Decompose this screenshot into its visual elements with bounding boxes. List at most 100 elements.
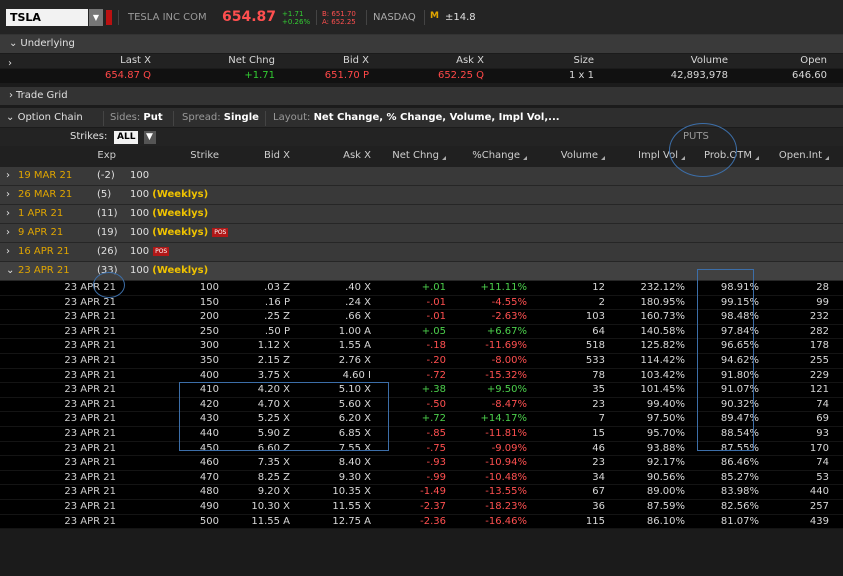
cell-ask[interactable]: .24 X — [345, 296, 371, 311]
table-row[interactable]: 23 APR 21 430 5.25 X 6.20 X +.72 +14.17% 7 97.5… — [0, 412, 843, 427]
cell-bid[interactable]: 3.75 X — [258, 369, 290, 384]
cell-ask[interactable]: 1.55 A — [339, 339, 371, 354]
chevron-right-icon[interactable]: › — [8, 58, 12, 69]
table-row[interactable]: 23 APR 21 470 8.25 Z 9.30 X -.99 -10.48% 34 90.… — [0, 470, 843, 486]
table-row[interactable]: 23 APR 21 350 2.15 Z 2.76 X -.20 -8.00% 533 114… — [0, 354, 843, 369]
table-row[interactable]: 23 APR 21 410 4.20 X 5.10 X +.38 +9.50% 35 101.… — [0, 383, 843, 398]
cell-bid[interactable]: .03 Z — [264, 281, 290, 296]
cell-bid[interactable]: 1.12 X — [258, 339, 290, 354]
divider — [424, 10, 425, 25]
col-open-int[interactable]: Open.Int — [779, 150, 829, 161]
spread-value: Single — [223, 112, 259, 123]
cell-volume: 67 — [592, 486, 605, 498]
col-impl-vol[interactable]: Impl Vol — [638, 150, 685, 161]
table-row[interactable]: 23 APR 21 460 7.35 X 8.40 X -.93 -10.94% 23 92.… — [0, 456, 843, 471]
cell-bid[interactable]: .25 Z — [264, 310, 290, 325]
expiration-row[interactable]: › 16 APR 21 (26) 100 POS — [0, 243, 843, 262]
col-bid[interactable]: Bid X — [264, 150, 290, 161]
cell-ask[interactable]: 10.35 X — [332, 485, 371, 500]
spread-selector[interactable]: Spread: Single — [182, 108, 259, 127]
table-row[interactable]: 23 APR 21 100 .03 Z .40 X +.01 +11.11% 12 232.1… — [0, 281, 843, 296]
cell-ask[interactable]: .40 X — [345, 281, 371, 296]
expiration-row[interactable]: › 19 MAR 21 (-2) 100 — [0, 167, 843, 186]
cell-exp: 23 APR 21 — [64, 311, 116, 323]
trade-grid-section-header[interactable]: › Trade Grid — [0, 87, 843, 105]
value-bid[interactable]: 651.70 P — [325, 69, 369, 83]
cell-ask[interactable]: 5.10 X — [339, 383, 371, 398]
table-row[interactable]: 23 APR 21 250 .50 P 1.00 A +.05 +6.67% 64 140.5… — [0, 324, 843, 340]
cell-ask[interactable]: 9.30 X — [339, 471, 371, 486]
expiration-row[interactable]: ⌄ 23 APR 21 (33) 100 (Weeklys) — [0, 262, 843, 281]
cell-ask[interactable]: 4.60 I — [343, 369, 371, 384]
cell-bid[interactable]: 5.25 X — [258, 412, 290, 427]
cell-open-int: 229 — [809, 369, 829, 381]
table-row[interactable]: 23 APR 21 420 4.70 X 5.60 X -.50 -8.47% 23 99.4… — [0, 397, 843, 413]
col-ask[interactable]: Ask X — [343, 150, 371, 161]
col-pct-change[interactable]: %Change — [472, 150, 527, 161]
cell-pct-change: -4.55% — [491, 296, 527, 308]
cell-net-chng: -.93 — [426, 457, 446, 469]
cell-ask[interactable]: 1.00 A — [339, 325, 371, 340]
cell-ask[interactable]: 7.55 X — [339, 442, 371, 457]
underlying-section-header[interactable]: ⌄ Underlying — [0, 35, 843, 53]
cell-pct-change: -2.63% — [491, 311, 527, 323]
cell-bid[interactable]: 2.15 Z — [258, 354, 290, 369]
cell-pct-change: -11.81% — [485, 428, 527, 439]
cell-ask[interactable]: 12.75 A — [332, 515, 371, 530]
cell-strike: 440 — [199, 428, 219, 439]
expiration-row[interactable]: › 1 APR 21 (11) 100 (Weeklys) — [0, 205, 843, 224]
cell-ask[interactable]: .66 X — [345, 310, 371, 325]
cell-ask[interactable]: 2.76 X — [339, 354, 371, 369]
cell-volume: 7 — [598, 413, 605, 425]
layout-selector[interactable]: Layout: Net Change, % Change, Volume, Im… — [273, 108, 560, 127]
table-row[interactable]: 23 APR 21 500 11.55 A 12.75 A -2.36 -16.46% 11… — [0, 514, 843, 530]
cell-bid[interactable]: 11.55 A — [251, 515, 290, 530]
cell-ask[interactable]: 6.85 X — [339, 427, 371, 442]
cell-strike: 150 — [199, 296, 219, 308]
cell-bid[interactable]: 8.25 Z — [258, 471, 290, 486]
cell-bid[interactable]: 9.20 X — [258, 485, 290, 500]
table-row[interactable]: 23 APR 21 440 5.90 Z 6.85 X -.85 -11.81% 15 95.… — [0, 427, 843, 442]
col-strike[interactable]: Strike — [190, 150, 219, 161]
cell-open-int: 439 — [809, 515, 829, 527]
cell-bid[interactable]: .16 P — [265, 296, 290, 311]
cell-ask[interactable]: 8.40 X — [339, 456, 371, 471]
cell-ask[interactable]: 5.60 X — [339, 398, 371, 413]
cell-bid[interactable]: 5.90 Z — [258, 427, 290, 442]
expiration-row[interactable]: › 9 APR 21 (19) 100 (Weeklys) POS — [0, 224, 843, 243]
strikes-select[interactable]: ALL — [114, 131, 139, 144]
cell-prob-otm: 90.32% — [720, 398, 759, 410]
col-net-chng[interactable]: Net Chng — [392, 150, 446, 161]
table-row[interactable]: 23 APR 21 480 9.20 X 10.35 X -1.49 -13.55% 67 8… — [0, 485, 843, 500]
table-row[interactable]: 23 APR 21 150 .16 P .24 X -.01 -4.55% 2 180.95%… — [0, 295, 843, 311]
value-ask[interactable]: 652.25 Q — [438, 69, 484, 83]
col-exp[interactable]: Exp — [97, 150, 116, 161]
cell-bid[interactable]: 4.70 X — [258, 398, 290, 413]
col-volume[interactable]: Volume — [561, 150, 605, 161]
table-row[interactable]: 23 APR 21 490 10.30 X 11.55 X -2.37 -18.23% 36… — [0, 500, 843, 515]
table-row[interactable]: 23 APR 21 450 6.60 Z 7.55 X -.75 -9.09% 46 93.8… — [0, 441, 843, 457]
option-chain-section-toggle[interactable]: ⌄ Option Chain — [6, 108, 83, 127]
chevron-down-icon: ⌄ — [6, 112, 15, 123]
sides-selector[interactable]: Sides: Put — [110, 108, 163, 127]
cell-strike: 500 — [199, 515, 219, 527]
weeklys-label: (Weeklys) — [152, 189, 209, 200]
symbol-dropdown-button[interactable]: ▼ — [89, 9, 103, 26]
symbol-input[interactable]: TSLA — [6, 9, 88, 26]
expiration-row[interactable]: › 26 MAR 21 (5) 100 (Weeklys) — [0, 186, 843, 205]
col-prob-otm[interactable]: Prob.OTM — [704, 150, 759, 161]
flag-icon[interactable] — [106, 10, 112, 25]
cell-volume: 115 — [585, 515, 605, 527]
cell-bid[interactable]: .50 P — [265, 325, 290, 340]
cell-ask[interactable]: 6.20 X — [339, 412, 371, 427]
chevron-down-icon[interactable]: ▼ — [144, 131, 156, 144]
table-row[interactable]: 23 APR 21 400 3.75 X 4.60 I -.72 -15.32% 78 103… — [0, 368, 843, 384]
table-row[interactable]: 23 APR 21 300 1.12 X 1.55 A -.18 -11.69% 518 12… — [0, 339, 843, 354]
cell-ask[interactable]: 11.55 X — [332, 500, 371, 515]
cell-bid[interactable]: 4.20 X — [258, 383, 290, 398]
cell-bid[interactable]: 7.35 X — [258, 456, 290, 471]
cell-bid[interactable]: 6.60 Z — [258, 442, 290, 457]
cell-bid[interactable]: 10.30 X — [251, 500, 290, 515]
multiplier: 100 (Weeklys) — [130, 262, 208, 280]
table-row[interactable]: 23 APR 21 200 .25 Z .66 X -.01 -2.63% 103 160.7… — [0, 310, 843, 325]
